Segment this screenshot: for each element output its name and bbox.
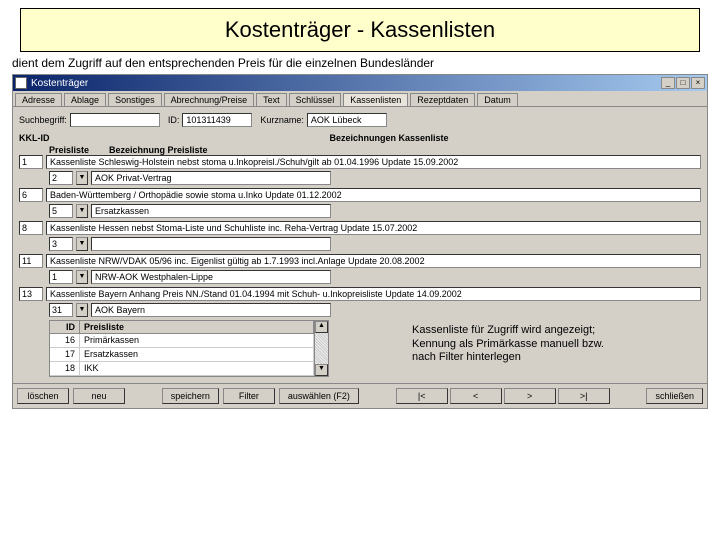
annot-l2: Kennung als Primärkasse manuell bzw. <box>412 338 652 351</box>
kkl-1-sub[interactable]: 2 <box>49 171 73 185</box>
close-button[interactable]: × <box>691 77 705 89</box>
maximize-button[interactable]: □ <box>676 77 690 89</box>
cell-id: 17 <box>50 348 80 361</box>
cell-pl: IKK <box>80 362 314 375</box>
kkl-1-subtxt[interactable]: AOK Privat-Vertrag <box>91 171 331 185</box>
loeschen-button[interactable]: löschen <box>17 388 69 404</box>
kkl-4-txt[interactable]: Kassenliste NRW/VDAK 05/96 inc. Eigenlis… <box>46 254 701 268</box>
kkl-5-sub[interactable]: 31 <box>49 303 73 317</box>
titlebar: Kostenträger _ □ × <box>13 75 707 91</box>
tab-sonstiges[interactable]: Sonstiges <box>108 93 162 106</box>
filter-button[interactable]: Filter <box>223 388 275 404</box>
tab-text[interactable]: Text <box>256 93 287 106</box>
app-icon <box>15 77 27 89</box>
id-label: ID: <box>168 115 180 125</box>
auswahl-button[interactable]: auswählen (F2) <box>279 388 359 404</box>
hdr-bezpreis: Bezeichnung Preisliste <box>109 145 208 155</box>
annot-l3: nach Filter hinterlegen <box>412 351 652 364</box>
hdr-preisliste: Preisliste <box>49 145 89 155</box>
cell-id: 16 <box>50 334 80 347</box>
neu-button[interactable]: neu <box>73 388 125 404</box>
cell-pl: Primärkassen <box>80 334 314 347</box>
kkl-2-txt[interactable]: Baden-Württemberg / Orthopädie sowie sto… <box>46 188 701 202</box>
scroll-up-icon[interactable]: ▲ <box>315 321 328 333</box>
chevron-down-icon[interactable]: ▼ <box>76 270 88 284</box>
annotation: Kassenliste für Zugriff wird angezeigt; … <box>412 324 652 364</box>
kkl-3[interactable]: 8 <box>19 221 43 235</box>
subtbl-hdr-pl: Preisliste <box>80 321 314 333</box>
kkl-4-sub[interactable]: 1 <box>49 270 73 284</box>
nav-first-button[interactable]: |< <box>396 388 448 404</box>
slide-title: Kostenträger - Kassenlisten <box>20 8 700 52</box>
hdr-bez: Bezeichnungen Kassenliste <box>77 133 701 143</box>
kkl-5-txt[interactable]: Kassenliste Bayern Anhang Preis NN./Stan… <box>46 287 701 301</box>
kkl-2-sub[interactable]: 5 <box>49 204 73 218</box>
kkl-4-subtxt[interactable]: NRW-AOK Westphalen-Lippe <box>91 270 331 284</box>
speichern-button[interactable]: speichern <box>162 388 219 404</box>
subtbl-hdr-id: ID <box>50 321 80 333</box>
kurz-input[interactable] <box>307 113 387 127</box>
kkl-3-txt[interactable]: Kassenliste Hessen nebst Stoma-Liste und… <box>46 221 701 235</box>
chevron-down-icon[interactable]: ▼ <box>76 171 88 185</box>
nav-next-button[interactable]: > <box>504 388 556 404</box>
kkl-4[interactable]: 11 <box>19 254 43 268</box>
tab-row: Adresse Ablage Sonstiges Abrechnung/Prei… <box>13 91 707 107</box>
such-label: Suchbegriff: <box>19 115 67 125</box>
minimize-button[interactable]: _ <box>661 77 675 89</box>
footer-toolbar: löschen neu speichern Filter auswählen (… <box>13 383 707 408</box>
scroll-thumb[interactable] <box>315 333 328 364</box>
tab-rezeptdaten[interactable]: Rezeptdaten <box>410 93 475 106</box>
table-row[interactable]: 16 Primärkassen <box>50 334 314 348</box>
chevron-down-icon[interactable]: ▼ <box>76 237 88 251</box>
kkl-2[interactable]: 6 <box>19 188 43 202</box>
kkl-1-txt[interactable]: Kassenliste Schleswig-Holstein nebst sto… <box>46 155 701 169</box>
app-window: Kostenträger _ □ × Adresse Ablage Sonsti… <box>12 74 708 409</box>
slide-subtitle: dient dem Zugriff auf den entsprechenden… <box>12 56 708 70</box>
tab-ablage[interactable]: Ablage <box>64 93 106 106</box>
kkl-3-subtxt[interactable] <box>91 237 331 251</box>
such-input[interactable] <box>70 113 160 127</box>
cell-id: 18 <box>50 362 80 375</box>
table-row[interactable]: 17 Ersatzkassen <box>50 348 314 362</box>
tab-schluessel[interactable]: Schlüssel <box>289 93 342 106</box>
kkl-2-subtxt[interactable]: Ersatzkassen <box>91 204 331 218</box>
scroll-down-icon[interactable]: ▼ <box>315 364 328 376</box>
hdr-kklid: KKL-ID <box>19 133 69 143</box>
tab-kassenlisten[interactable]: Kassenlisten <box>343 93 408 106</box>
id-input[interactable] <box>182 113 252 127</box>
kkl-5-subtxt[interactable]: AOK Bayern <box>91 303 331 317</box>
preis-subtable: ID Preisliste 16 Primärkassen 17 Ersatzk… <box>49 320 329 377</box>
nav-last-button[interactable]: >| <box>558 388 610 404</box>
chevron-down-icon[interactable]: ▼ <box>76 303 88 317</box>
kurz-label: Kurzname: <box>260 115 304 125</box>
tab-abrechnung[interactable]: Abrechnung/Preise <box>164 93 255 106</box>
scrollbar[interactable]: ▲ ▼ <box>314 321 328 376</box>
tab-adresse[interactable]: Adresse <box>15 93 62 106</box>
table-row[interactable]: 18 IKK <box>50 362 314 376</box>
kkl-3-sub[interactable]: 3 <box>49 237 73 251</box>
nav-prev-button[interactable]: < <box>450 388 502 404</box>
schliessen-button[interactable]: schließen <box>646 388 703 404</box>
annot-l1: Kassenliste für Zugriff wird angezeigt; <box>412 324 652 337</box>
chevron-down-icon[interactable]: ▼ <box>76 204 88 218</box>
kkl-5[interactable]: 13 <box>19 287 43 301</box>
kkl-1[interactable]: 1 <box>19 155 43 169</box>
cell-pl: Ersatzkassen <box>80 348 314 361</box>
tab-datum[interactable]: Datum <box>477 93 518 106</box>
window-title: Kostenträger <box>31 78 88 89</box>
